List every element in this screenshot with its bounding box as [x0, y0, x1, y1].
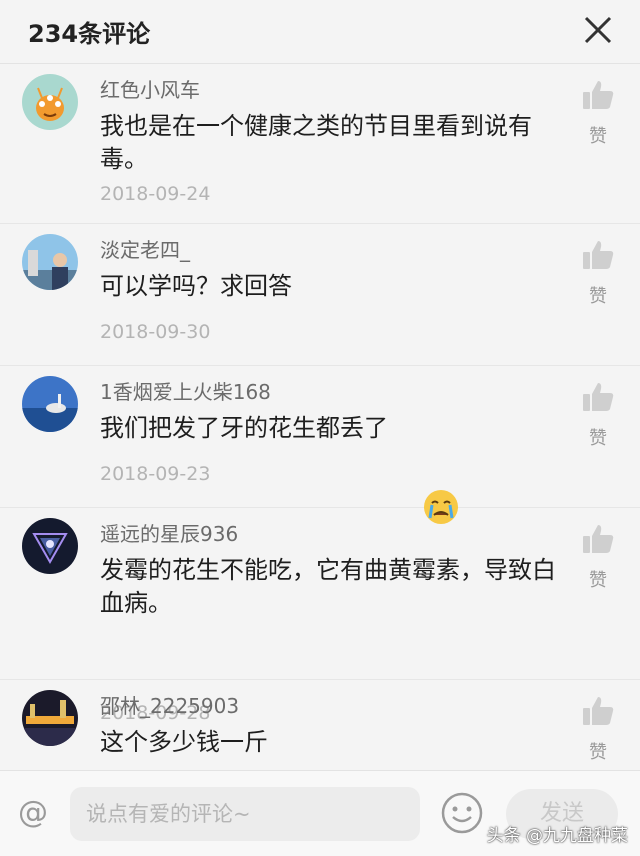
- comment-username[interactable]: 红色小风车: [100, 74, 200, 103]
- like-button[interactable]: 赞: [578, 522, 618, 600]
- like-button[interactable]: 赞: [578, 78, 618, 156]
- comment-text: 我也是在一个健康之类的节目里看到说有毒。: [100, 112, 532, 173]
- like-label: 赞: [589, 126, 607, 147]
- comment-username[interactable]: 1香烟爱上火柴168: [100, 376, 271, 405]
- avatar[interactable]: [22, 376, 78, 432]
- like-label: 赞: [589, 742, 607, 763]
- comment-text: 我们把发了牙的花生都丢了: [100, 414, 388, 442]
- avatar[interactable]: [22, 518, 78, 574]
- avatar[interactable]: [22, 690, 78, 746]
- like-button[interactable]: 赞: [578, 694, 618, 770]
- close-icon: [584, 16, 612, 44]
- comment-username[interactable]: 邵林_2225903: [100, 690, 239, 719]
- comment-item: 红色小风车 我也是在一个健康之类的节目里看到说有毒。 2018-09-24 赞: [0, 64, 640, 224]
- comment-username[interactable]: 淡定老四_: [100, 234, 190, 263]
- close-button[interactable]: [578, 10, 618, 50]
- like-label: 赞: [589, 428, 607, 449]
- comment-item: 1香烟爱上火柴168 我们把发了牙的花生都丢了 2018-09-23 赞: [0, 366, 640, 524]
- at-mention-icon[interactable]: @: [18, 795, 48, 830]
- comment-text: 可以学吗？求回答: [100, 272, 292, 300]
- comment-list[interactable]: 红色小风车 我也是在一个健康之类的节目里看到说有毒。 2018-09-24 赞 …: [0, 64, 640, 770]
- avatar[interactable]: [22, 74, 78, 130]
- like-label: 赞: [589, 570, 607, 591]
- like-button[interactable]: 赞: [578, 380, 618, 458]
- comment-date: 2018-09-23: [100, 463, 211, 485]
- thumbs-up-icon: [583, 383, 614, 411]
- like-button[interactable]: 赞: [578, 238, 618, 316]
- comment-item: 遥远的星辰936 发霉的花生不能吃，它有曲黄霉素，导致白血病。 2018-09-…: [0, 508, 640, 724]
- emoji-button[interactable]: [440, 791, 484, 835]
- comment-count-title: 234条评论: [28, 20, 151, 48]
- comment-item: 淡定老四_ 可以学吗？求回答 2018-09-30 赞: [0, 224, 640, 366]
- comment-text: 这个多少钱一斤: [100, 728, 268, 756]
- thumbs-up-icon: [583, 81, 614, 109]
- comment-item: 邵林_2225903 这个多少钱一斤 赞: [0, 680, 640, 770]
- comment-username[interactable]: 遥远的星辰936: [100, 518, 238, 547]
- like-label: 赞: [589, 286, 607, 307]
- comment-text: 发霉的花生不能吃，它有曲黄霉素，导致白血病。: [100, 556, 556, 617]
- smiley-icon: [441, 792, 483, 834]
- comment-date: 2018-09-24: [100, 183, 211, 205]
- comment-date: 2018-09-30: [100, 321, 211, 343]
- thumbs-up-icon: [583, 241, 614, 269]
- header: 234条评论: [0, 0, 640, 64]
- comment-composer: @ 发送 头条 @九九盘种菜: [0, 770, 640, 856]
- comment-input[interactable]: [70, 787, 420, 841]
- watermark: 头条 @九九盘种菜: [486, 826, 628, 846]
- avatar[interactable]: [22, 234, 78, 290]
- thumbs-up-icon: [583, 525, 614, 553]
- thumbs-up-icon: [583, 697, 614, 725]
